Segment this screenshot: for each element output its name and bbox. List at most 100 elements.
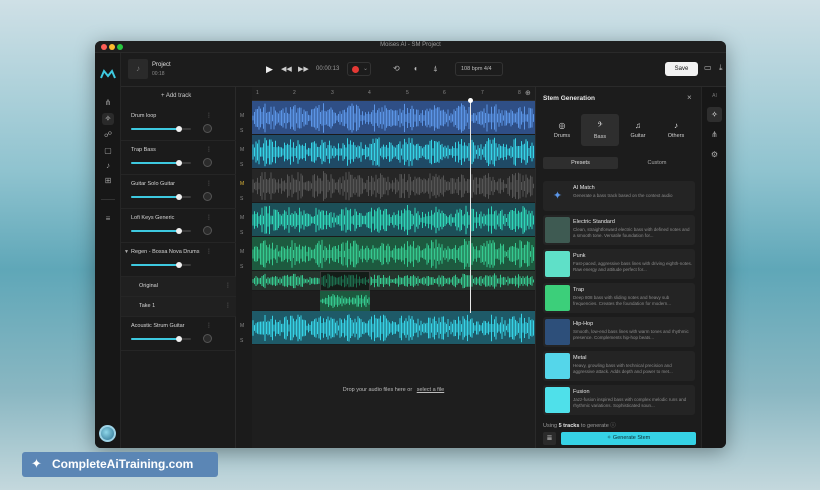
grid-icon[interactable]: ⊞ [102,175,114,187]
mute-button[interactable]: M [240,181,244,187]
play-icon[interactable]: ▶ [266,64,273,75]
track-header[interactable]: Drum loop ⋮ [121,107,236,141]
preset-metal[interactable]: Metal Heavy, growling bass with technica… [543,351,695,381]
timeline[interactable]: 1 2 3 4 5 6 7 8 ⊕ Drop your audio files … [252,87,535,448]
preset-punk[interactable]: Punk Fast-paced, aggressive bass lines w… [543,249,695,279]
category-guitar[interactable]: ♫ Guitar [619,114,657,146]
solo-button[interactable]: S [240,338,243,344]
track-header[interactable]: Acoustic Strum Guitar ⋮ [121,317,236,351]
clip-lofi-keys[interactable] [252,203,535,237]
clip-original[interactable] [252,271,535,291]
mute-button[interactable]: M [240,249,244,255]
rewind-icon[interactable]: ◀◀ [281,65,292,73]
lyrics-icon[interactable]: ≡ [102,213,114,225]
settings-sliders-button[interactable]: ≣ [543,432,556,445]
pan-knob[interactable] [203,192,212,201]
comment-icon[interactable]: ▭ [704,63,712,72]
kebab-menu-icon[interactable]: ⋮ [225,282,231,289]
settings-gear-icon[interactable]: ⚙ [707,147,722,162]
slider-handle[interactable] [176,262,182,268]
kebab-menu-icon[interactable]: ⋮ [206,322,212,329]
kebab-menu-icon[interactable]: ⋮ [225,302,231,309]
zoom-icon[interactable]: ⊕ [525,89,531,97]
volume-slider[interactable] [131,194,191,200]
track-header[interactable]: ▼ Regen - Bossa Nova Drums ⋮ [121,243,236,277]
preset-fusion[interactable]: Fusion Jazz-fusion inspired bass with co… [543,385,695,415]
volume-slider[interactable] [131,262,191,268]
add-track-button[interactable]: + Add track [161,93,191,99]
clip-trap-bass[interactable] [252,135,535,169]
volume-icon[interactable]: ◖ [413,64,418,73]
project-name[interactable]: Project [152,62,171,68]
track-header[interactable]: Guitar Solo Guitar ⋮ [121,175,236,209]
solo-button[interactable]: S [240,230,243,236]
clip-take-1[interactable] [252,291,535,311]
preset-electric-standard[interactable]: Electric Standard Clean, straightforward… [543,215,695,245]
tab-presets[interactable]: Presets [543,157,618,169]
document-icon[interactable]: ▢ [102,145,114,157]
take-clip[interactable] [320,291,370,311]
pan-knob[interactable] [203,124,212,133]
track-header[interactable]: Lofi Keys Generic ⋮ [121,209,236,243]
users-icon[interactable]: ☍ [102,129,114,141]
moises-logo-icon[interactable] [100,67,116,79]
pan-knob[interactable] [203,334,212,343]
loop-icon[interactable]: ⟲ [393,64,400,73]
record-button[interactable]: ⌄ [347,62,371,76]
preset-ai-match[interactable]: ✦ AI Match Generate a bass track based o… [543,181,695,211]
tempo-selector[interactable]: 108 bpm 4/4 [455,62,503,76]
solo-button[interactable]: S [240,162,243,168]
tab-custom[interactable]: Custom [619,157,695,169]
timeline-ruler[interactable]: 1 2 3 4 5 6 7 8 ⊕ [252,87,535,101]
take-row[interactable]: Original ⋮ [121,277,236,297]
kebab-menu-icon[interactable]: ⋮ [206,146,212,153]
volume-slider[interactable] [131,160,191,166]
mute-button[interactable]: M [240,215,244,221]
pan-knob[interactable] [203,226,212,235]
clip-guitar-solo[interactable] [252,169,535,203]
category-others[interactable]: ♪ Others [657,114,695,146]
preset-trap[interactable]: Trap Deep 808 bass with sliding notes an… [543,283,695,313]
user-avatar[interactable] [99,425,116,442]
slider-handle[interactable] [176,126,182,132]
slider-handle[interactable] [176,160,182,166]
sparkle-icon[interactable]: ✧ [102,113,114,125]
kebab-menu-icon[interactable]: ⋮ [206,112,212,119]
mute-button[interactable]: M [240,323,244,329]
drop-zone[interactable]: Drop your audio files here or select a f… [252,387,535,393]
category-bass[interactable]: 𝄢 Bass [581,114,619,146]
playhead-handle[interactable] [468,98,473,103]
track-header[interactable]: Trap Bass ⋮ [121,141,236,175]
slider-handle[interactable] [176,336,182,342]
expand-caret-icon[interactable]: ▼ [124,249,129,255]
pan-knob[interactable] [203,158,212,167]
playhead[interactable] [468,98,473,313]
kebab-menu-icon[interactable]: ⋮ [206,214,212,221]
take-row[interactable]: Take 1 ⋮ [121,297,236,317]
volume-slider[interactable] [131,228,191,234]
clip-drum-loop[interactable] [252,101,535,135]
category-drums[interactable]: ◎ Drums [543,114,581,146]
share-icon[interactable]: ⋔ [707,127,722,142]
close-icon[interactable]: × [687,93,692,102]
download-icon[interactable]: ⤓ [719,63,723,73]
preset-hip-hop[interactable]: Hip-Hop Smooth, low-end bass lines with … [543,317,695,347]
solo-button[interactable]: S [240,264,243,270]
fast-forward-icon[interactable]: ▶▶ [298,65,309,73]
volume-slider[interactable] [131,126,191,132]
volume-slider[interactable] [131,336,191,342]
slider-handle[interactable] [176,228,182,234]
slider-handle[interactable] [176,194,182,200]
clip-bossa-nova[interactable] [252,237,535,271]
take-region[interactable] [320,271,370,291]
save-button[interactable]: Save [665,62,698,76]
tuner-icon[interactable]: ♪ [102,160,114,172]
kebab-menu-icon[interactable]: ⋮ [206,248,212,255]
solo-button[interactable]: S [240,128,243,134]
clip-acoustic-strum[interactable] [252,311,535,345]
info-icon[interactable]: ⓘ [610,423,616,429]
solo-button[interactable]: S [240,196,243,202]
mute-button[interactable]: M [240,147,244,153]
kebab-menu-icon[interactable]: ⋮ [206,180,212,187]
mute-button[interactable]: M [240,113,244,119]
